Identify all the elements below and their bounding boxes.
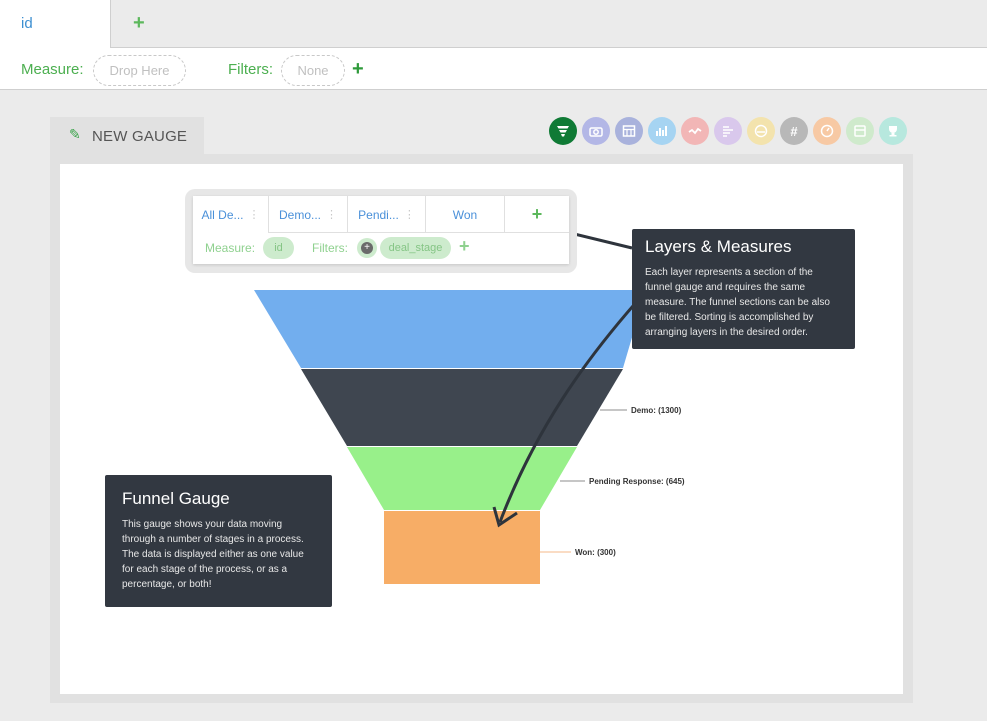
callout-funnel-title: Funnel Gauge xyxy=(122,489,230,508)
callout-layers-text: Each layer represents a section of the f… xyxy=(645,267,830,338)
layer-tab-label: Won xyxy=(452,207,478,222)
layer-tab-label: Pendi... xyxy=(358,207,399,222)
funnel-label-won: Won: (300) xyxy=(575,548,616,557)
layer-tab-label: All De... xyxy=(201,207,244,222)
layer-tab-label: Demo... xyxy=(278,207,321,222)
callout-layers-measures: Layers & Measures Each layer represents … xyxy=(632,229,855,349)
layers-panel: All De... ⋮ Demo... ⋮ Pendi... ⋮ Won + Meas… xyxy=(185,189,577,273)
layer-tab-demo[interactable]: Demo... ⋮ xyxy=(269,196,348,233)
funnel-section-all[interactable] xyxy=(254,290,646,368)
layers-panel-inner: All De... ⋮ Demo... ⋮ Pendi... ⋮ Won + Meas… xyxy=(193,196,569,264)
funnel-label-pending: Pending Response: (645) xyxy=(589,477,685,486)
layer-tab-all-deals[interactable]: All De... ⋮ xyxy=(193,196,269,233)
funnel-gauge: Demo: (1300) Pending Response: (645) Won… xyxy=(254,202,685,584)
callout-funnel-gauge: Funnel Gauge This gauge shows your data … xyxy=(105,475,332,607)
add-layer-icon[interactable]: + xyxy=(505,196,569,233)
drag-handle-icon[interactable]: ⋮ xyxy=(249,208,260,221)
layer-filter-chip[interactable]: deal_stage xyxy=(380,237,451,259)
drag-handle-icon[interactable]: ⋮ xyxy=(326,208,337,221)
filter-toggle[interactable]: + xyxy=(357,238,377,258)
callout-layers-title: Layers & Measures xyxy=(645,237,792,256)
layer-filters-label: Filters: xyxy=(312,241,348,255)
funnel-label-demo: Demo: (1300) xyxy=(631,406,682,415)
layer-tab-pending[interactable]: Pendi... ⋮ xyxy=(348,196,426,233)
funnel-section-won[interactable] xyxy=(384,511,540,584)
add-layer-filter-icon[interactable]: + xyxy=(459,236,470,257)
callout-funnel-text: This gauge shows your data moving throug… xyxy=(122,519,304,590)
plus-circle-icon: + xyxy=(361,242,373,254)
funnel-section-pending[interactable] xyxy=(347,447,577,510)
drag-handle-icon[interactable]: ⋮ xyxy=(404,208,415,221)
layer-measure-chip[interactable]: id xyxy=(263,237,294,259)
layer-measure-label: Measure: xyxy=(205,241,256,255)
layer-tabs: All De... ⋮ Demo... ⋮ Pendi... ⋮ Won + xyxy=(193,196,569,233)
layer-settings-row: Measure: id Filters: + deal_stage + xyxy=(193,233,569,264)
layer-tab-won[interactable]: Won xyxy=(426,196,505,233)
